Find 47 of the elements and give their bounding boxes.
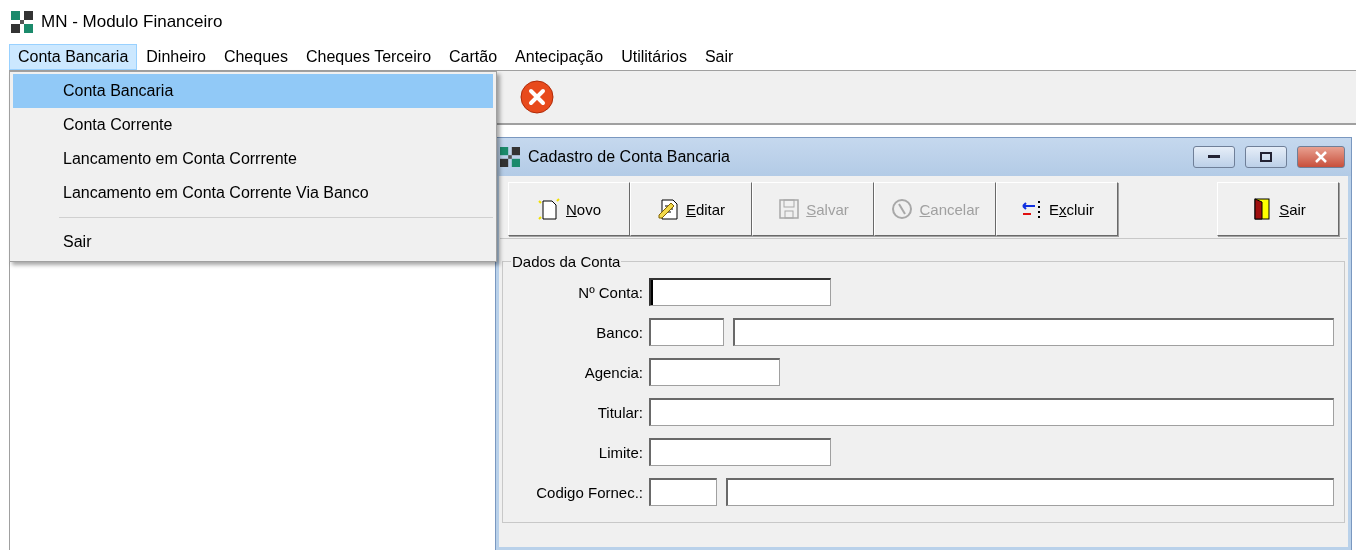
field-label: Codigo Fornec.: [535,483,643,501]
input-field[interactable] [649,278,831,306]
restore-icon [1260,152,1272,162]
menu-item[interactable]: Cartão [440,44,507,70]
input-field[interactable] [649,318,724,346]
field-label: Agencia: [583,363,643,381]
menu-item[interactable]: Utilitários [612,44,696,70]
close-button[interactable] [1297,146,1345,168]
input-field[interactable] [649,478,717,506]
menu-item[interactable]: Conta Bancaria [13,74,493,108]
window-title: MN - Modulo Financeiro [41,12,223,32]
input-field[interactable] [649,358,780,386]
restore-button[interactable] [1245,146,1287,168]
input-field[interactable] [649,398,1334,426]
group-title: Dados da Conta [511,253,622,270]
menu-item[interactable]: Lancamento em Conta Corrrente [13,142,493,176]
input-field[interactable] [733,318,1334,346]
menu-item[interactable]: Cheques [214,44,297,70]
app-icon [500,147,520,167]
menu-item[interactable]: Cheques Terceiro [296,44,441,70]
toolbar-button[interactable]: Novo [508,182,630,236]
close-button[interactable] [520,80,554,114]
toolbar-button[interactable]: Editar [630,182,752,236]
minimize-icon [1208,155,1220,159]
menu-item[interactable]: Sair [695,44,743,70]
new-document-icon [537,197,561,221]
menu-item[interactable]: Sair [13,225,493,259]
child-window-title: Cadastro de Conta Bancaria [528,148,731,166]
menu-item[interactable]: Lancamento em Conta Corrente Via Banco [13,176,493,210]
field-label: Titular: [596,403,643,421]
field-label: Banco: [595,323,643,341]
input-field[interactable] [649,438,831,466]
menu-item[interactable]: Conta Corrente [13,108,493,142]
cancel-circle-icon [890,197,915,221]
close-icon [520,80,554,114]
menu-item[interactable]: Antecipação [506,44,613,70]
input-field[interactable] [726,478,1334,506]
app-icon [11,11,33,33]
toolbar-button[interactable]: Sair [1217,182,1339,236]
edit-document-icon [656,197,681,221]
close-icon [1314,151,1328,163]
menu-item[interactable]: Conta Bancaria [9,44,138,70]
minimize-button[interactable] [1193,146,1235,168]
field-label: Nº Conta: [577,283,643,301]
menu-item[interactable]: Dinheiro [137,44,215,70]
toolbar-button[interactable]: Excluir [996,182,1118,236]
field-label: Limite: [597,443,643,461]
